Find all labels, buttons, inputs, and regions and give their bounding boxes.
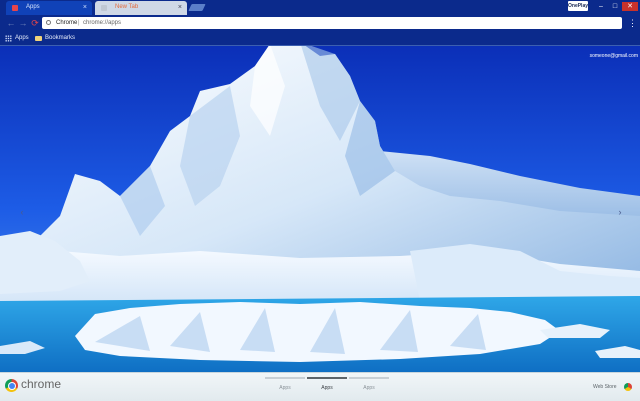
page-switcher-label: Apps <box>279 385 291 391</box>
bookmarks-bar: Apps Bookmarks <box>0 32 640 46</box>
forward-button[interactable]: → <box>18 18 28 28</box>
close-window-button[interactable]: ✕ <box>622 2 638 11</box>
apps-grid-icon <box>5 35 12 42</box>
toolbar: ← → ⟳ Chrome | chrome://apps ⋮ <box>0 15 640 32</box>
omnibox-url[interactable]: chrome://apps <box>83 17 121 29</box>
iceberg-background-image <box>0 46 640 372</box>
folder-icon <box>35 36 42 41</box>
previous-page-arrow-icon[interactable]: ‹ <box>17 206 27 218</box>
chrome-menu-button[interactable]: ⋮ <box>628 19 637 29</box>
page-indicator-bar <box>265 377 305 379</box>
maximize-button[interactable]: □ <box>609 2 621 11</box>
tab-label: New Tab <box>115 4 139 10</box>
address-bar[interactable]: Chrome | chrome://apps <box>42 17 622 29</box>
apps-tab-favicon-icon <box>12 5 18 11</box>
page-switcher-1[interactable]: Apps <box>265 377 305 397</box>
minimize-button[interactable]: – <box>595 2 607 11</box>
page-indicator-bar <box>307 377 347 379</box>
new-tab-page: someone@gmail.com ‹ › <box>0 46 640 372</box>
next-page-arrow-icon[interactable]: › <box>615 206 625 218</box>
page-switcher-label: Apps <box>363 385 375 391</box>
close-tab-icon[interactable]: × <box>178 1 182 14</box>
tab-label: Apps <box>26 4 40 10</box>
page-info-icon[interactable] <box>46 20 51 25</box>
omnibox-separator: | <box>78 20 80 26</box>
close-tab-icon[interactable]: × <box>83 1 87 14</box>
chrome-wordmark: chrome <box>21 377 62 391</box>
reload-button[interactable]: ⟳ <box>30 18 40 28</box>
tab-apps[interactable]: Apps × <box>6 1 92 15</box>
tab-new-tab[interactable]: New Tab × <box>95 1 187 15</box>
title-bar: Apps × New Tab × OnePlay – □ ✕ <box>0 0 640 15</box>
ntp-footer: chrome Apps Apps Apps Web Store <box>0 372 640 401</box>
bookmark-label: Apps <box>15 35 29 41</box>
web-store-icon[interactable] <box>624 383 632 391</box>
chrome-logo-icon <box>5 379 18 392</box>
user-email[interactable]: someone@gmail.com <box>590 53 638 59</box>
page-switcher-label: Apps <box>321 385 333 391</box>
profile-button[interactable]: OnePlay <box>568 1 588 11</box>
new-tab-favicon-icon <box>101 5 107 11</box>
new-tab-button[interactable] <box>188 4 206 11</box>
back-button[interactable]: ← <box>6 18 16 28</box>
page-switcher-3[interactable]: Apps <box>349 377 389 397</box>
page-indicator-bar <box>349 377 389 379</box>
page-switcher-2[interactable]: Apps <box>307 377 347 397</box>
bookmark-label: Bookmarks <box>45 35 76 41</box>
bookmark-folder[interactable]: Bookmarks <box>35 32 75 45</box>
web-store-link[interactable]: Web Store <box>593 384 617 390</box>
omnibox-origin: Chrome <box>56 20 78 26</box>
bookmark-apps[interactable]: Apps <box>5 32 29 45</box>
